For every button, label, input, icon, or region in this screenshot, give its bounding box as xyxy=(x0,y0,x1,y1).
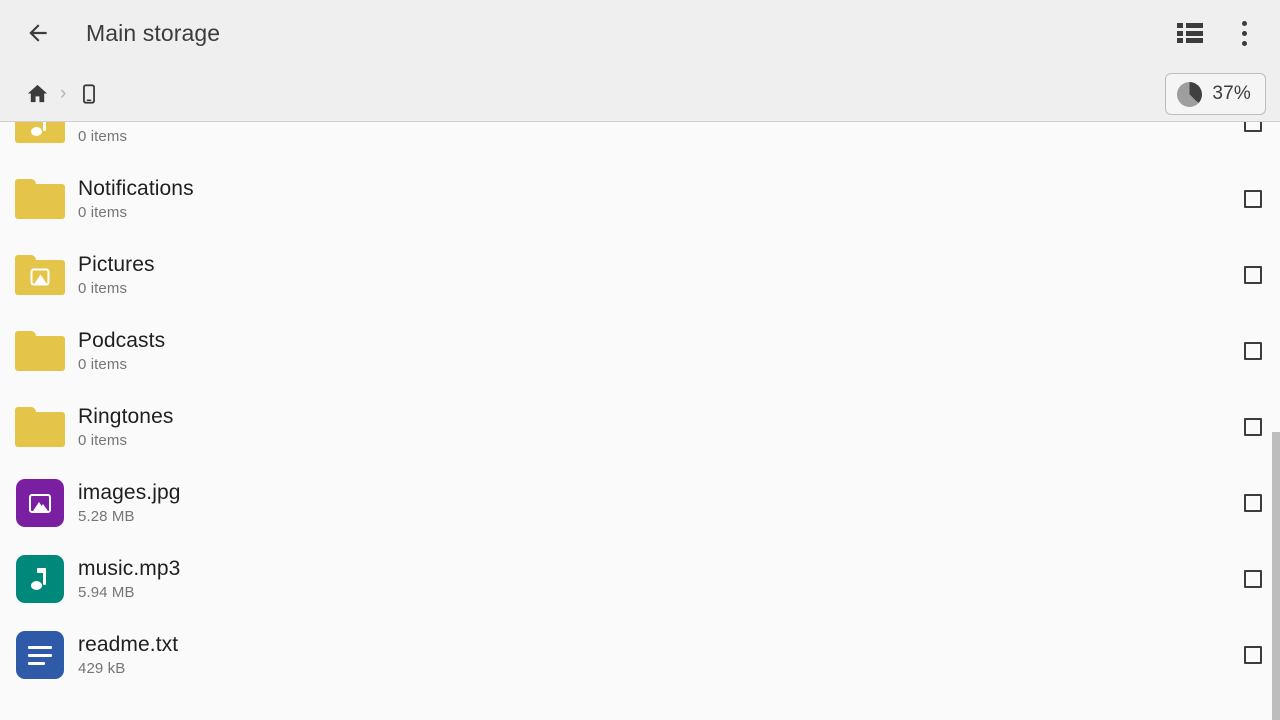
row-icon xyxy=(14,173,66,225)
file-type-icon xyxy=(16,555,64,603)
row-subtitle: 0 items xyxy=(78,356,128,373)
row-checkbox[interactable] xyxy=(1244,342,1262,360)
app-header: Main storage › 37% xyxy=(0,0,1280,122)
photo-icon xyxy=(29,493,51,513)
file-type-icon xyxy=(16,631,64,679)
table-row[interactable]: music.mp3 5.94 MB xyxy=(0,541,1280,617)
row-name: Music xyxy=(78,122,133,125)
breadcrumb-bar: › 37% xyxy=(0,66,1280,122)
row-icon xyxy=(14,477,66,529)
row-text: Notifications 0 items xyxy=(78,177,194,221)
row-subtitle: 0 items xyxy=(78,280,128,297)
row-subtitle: 5.28 MB xyxy=(78,508,135,525)
table-row[interactable]: readme.txt 429 kB xyxy=(0,617,1280,693)
table-row[interactable]: Notifications 0 items xyxy=(0,161,1280,237)
table-row[interactable]: Pictures 0 items xyxy=(0,237,1280,313)
app-bar-actions xyxy=(1168,11,1280,55)
home-icon xyxy=(27,84,47,102)
scrollbar-track[interactable] xyxy=(1272,122,1280,720)
row-name: music.mp3 xyxy=(78,557,181,580)
row-name: images.jpg xyxy=(78,481,181,504)
table-row[interactable]: Ringtones 0 items xyxy=(0,389,1280,465)
table-row[interactable]: images.jpg 5.28 MB xyxy=(0,465,1280,541)
row-checkbox[interactable] xyxy=(1244,494,1262,512)
row-icon xyxy=(14,629,66,681)
row-subtitle: 5.94 MB xyxy=(78,584,135,601)
overflow-menu-button[interactable] xyxy=(1222,11,1266,55)
row-subtitle: 429 kB xyxy=(78,660,126,677)
folder-icon xyxy=(15,407,65,447)
scrollbar-thumb[interactable] xyxy=(1272,432,1280,720)
breadcrumb-item-home[interactable] xyxy=(20,77,54,111)
storage-usage-badge[interactable]: 37% xyxy=(1165,73,1266,115)
row-name: Pictures xyxy=(78,253,155,276)
more-vertical-icon xyxy=(1241,20,1247,46)
file-type-icon xyxy=(16,479,64,527)
row-checkbox[interactable] xyxy=(1244,418,1262,436)
row-text: images.jpg 5.28 MB xyxy=(78,481,181,525)
row-text: Ringtones 0 items xyxy=(78,405,173,449)
row-name: Ringtones xyxy=(78,405,174,428)
list-view-icon xyxy=(1177,23,1203,43)
row-text: Music 0 items xyxy=(78,122,133,145)
row-icon xyxy=(14,249,66,301)
row-text: music.mp3 5.94 MB xyxy=(78,557,180,601)
breadcrumb: › xyxy=(20,77,106,111)
row-checkbox[interactable] xyxy=(1244,122,1262,132)
breadcrumb-separator: › xyxy=(60,83,67,104)
breadcrumb-item-device[interactable] xyxy=(72,77,106,111)
storage-percent-label: 37% xyxy=(1212,83,1251,104)
list-view-button[interactable] xyxy=(1168,11,1212,55)
row-icon xyxy=(14,325,66,377)
folder-icon xyxy=(15,179,65,219)
music-note-icon xyxy=(31,568,49,590)
folder-icon xyxy=(15,255,65,295)
row-name: Podcasts xyxy=(78,329,166,352)
row-text: Podcasts 0 items xyxy=(78,329,165,373)
arrow-back-icon xyxy=(29,24,47,42)
row-icon xyxy=(14,401,66,453)
row-name: Notifications xyxy=(78,177,194,200)
row-checkbox[interactable] xyxy=(1244,570,1262,588)
row-icon xyxy=(14,553,66,605)
phone-device-icon xyxy=(83,84,96,104)
app-bar: Main storage xyxy=(0,0,1280,66)
file-list: Music0 itemsNotifications0 itemsPictures… xyxy=(0,122,1280,720)
folder-icon xyxy=(15,331,65,371)
row-name: readme.txt xyxy=(78,633,179,656)
pie-chart-icon xyxy=(1177,81,1203,107)
row-checkbox[interactable] xyxy=(1244,266,1262,284)
back-button[interactable] xyxy=(14,9,62,57)
row-checkbox[interactable] xyxy=(1244,190,1262,208)
row-icon xyxy=(14,122,66,149)
file-list-inner: Music0 itemsNotifications0 itemsPictures… xyxy=(0,122,1280,693)
row-checkbox[interactable] xyxy=(1244,646,1262,664)
text-lines-icon xyxy=(28,645,52,665)
row-subtitle: 0 items xyxy=(78,432,128,449)
photo-icon xyxy=(30,268,50,286)
row-text: readme.txt 429 kB xyxy=(78,633,178,677)
page-title: Main storage xyxy=(86,19,221,46)
row-subtitle: 0 items xyxy=(78,204,128,221)
table-row[interactable]: Podcasts 0 items xyxy=(0,313,1280,389)
table-row[interactable]: Music 0 items xyxy=(0,122,1280,161)
folder-icon xyxy=(15,122,65,143)
row-text: Pictures 0 items xyxy=(78,253,155,297)
row-subtitle: 0 items xyxy=(78,128,128,145)
music-note-icon xyxy=(31,122,49,136)
